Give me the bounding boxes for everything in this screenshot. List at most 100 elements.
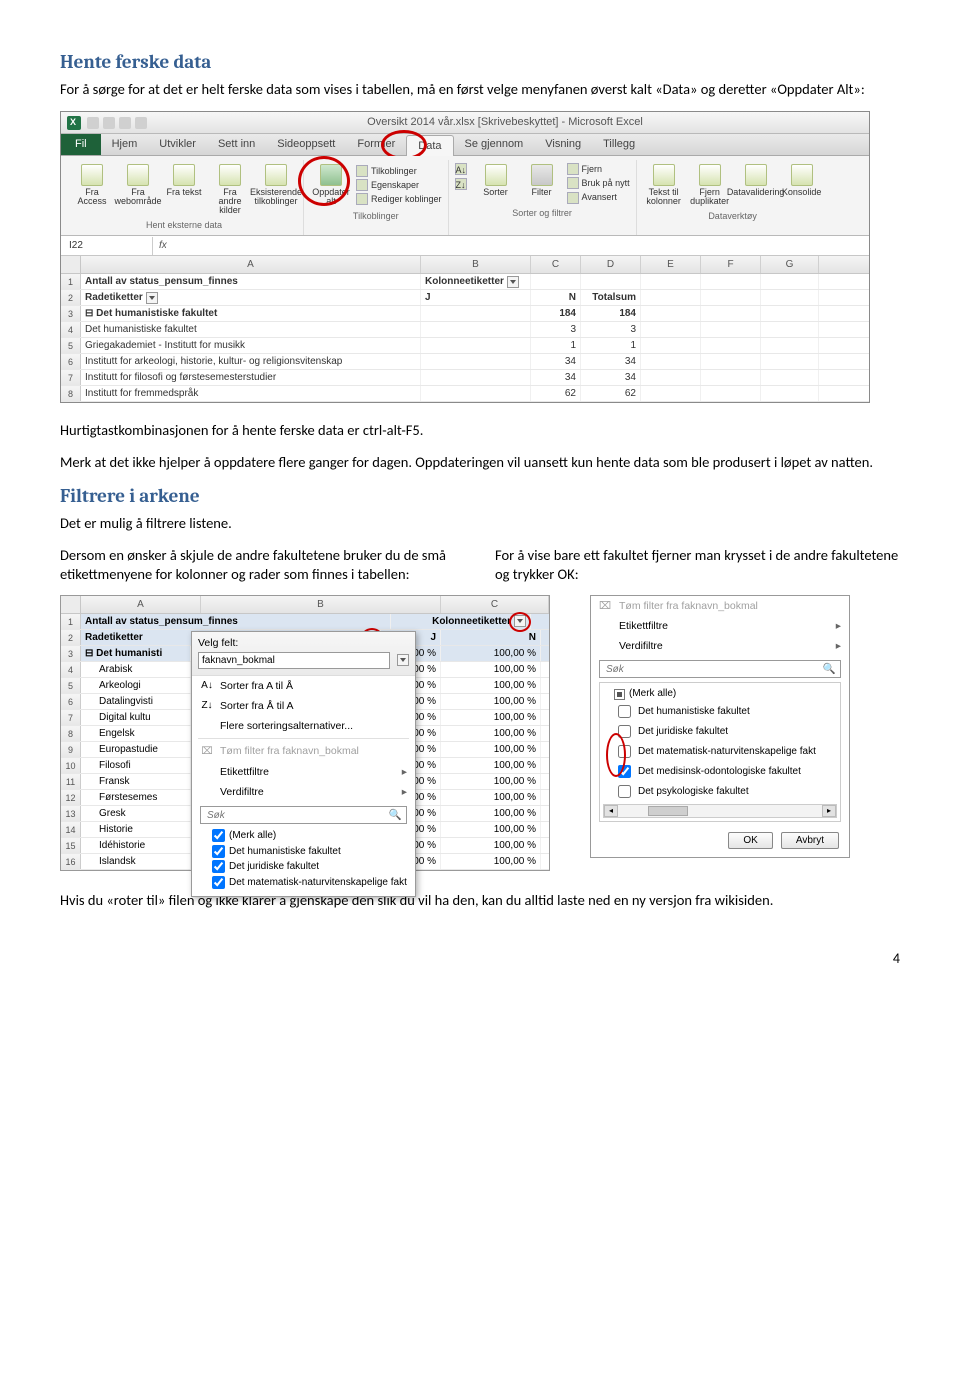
- btn-rediger-koblinger[interactable]: Rediger koblinger: [356, 192, 442, 206]
- colhdr-e[interactable]: E: [641, 256, 701, 273]
- dropdown-icon[interactable]: [507, 276, 519, 288]
- s2-r1a: Antall av status_pensum_finnes: [81, 614, 391, 629]
- horizontal-scrollbar[interactable]: ◂▸: [603, 804, 837, 818]
- colhdr-c[interactable]: C: [531, 256, 581, 273]
- value-filters[interactable]: Verdifiltre▸: [192, 782, 415, 802]
- checkbox[interactable]: [618, 745, 631, 758]
- filter-check-item[interactable]: (Merk alle): [200, 828, 407, 844]
- table-row: 8 Institutt for fremmedspråk 62 62: [61, 386, 869, 402]
- filter-check-item[interactable]: Det psykologiske fakultet: [602, 782, 838, 802]
- tab-utvikler[interactable]: Utvikler: [148, 134, 207, 155]
- checkbox[interactable]: [212, 845, 225, 858]
- btn-fra-andre-kilder[interactable]: Fra andre kilder: [209, 162, 251, 217]
- checkbox[interactable]: [618, 765, 631, 778]
- s2-r2c: N: [441, 630, 541, 645]
- filter-check-item[interactable]: (Merk alle): [602, 687, 838, 702]
- btn-fra-tekst[interactable]: Fra tekst: [163, 162, 205, 217]
- name-box[interactable]: I22: [61, 237, 153, 255]
- filter-check-item[interactable]: Det juridiske fakultet: [200, 859, 407, 875]
- filter-check-item[interactable]: Examen philosophicum: [602, 822, 838, 823]
- label-filters-r[interactable]: Etikettfiltre▸: [591, 616, 849, 636]
- cancel-button[interactable]: Avbryt: [781, 832, 839, 849]
- quick-access-toolbar: [87, 117, 147, 129]
- btn-fra-access[interactable]: Fra Access: [71, 162, 113, 217]
- tab-sett-inn[interactable]: Sett inn: [207, 134, 266, 155]
- btn-sort-desc-icon[interactable]: Z↓: [455, 177, 467, 191]
- filter-check-item[interactable]: Det medisinsk-odontologiske fakultet: [602, 762, 838, 782]
- btn-sort-asc-icon[interactable]: A↓: [455, 162, 467, 176]
- sort-a-to-z[interactable]: A↓Sorter fra A til Å: [192, 676, 415, 696]
- table-row: 7 Institutt for filosofi og førstesemest…: [61, 370, 869, 386]
- btn-oppdater-alt[interactable]: Oppdater alt: [310, 162, 352, 208]
- colhdr-b[interactable]: B: [421, 256, 531, 273]
- tab-se-gjennom[interactable]: Se gjennom: [454, 134, 535, 155]
- filter-check-item[interactable]: Det matematisk-naturvitenskapelige fakt: [602, 742, 838, 762]
- formula-bar: I22 fx: [61, 236, 869, 256]
- btn-avansert[interactable]: Avansert: [567, 190, 630, 204]
- window-title: Oversikt 2014 vår.xlsx [Skrivebeskyttet]…: [147, 115, 863, 130]
- btn-tekst-til-kolonner[interactable]: Tekst til kolonner: [643, 162, 685, 208]
- tab-fil[interactable]: Fil: [61, 134, 101, 155]
- checkbox[interactable]: [618, 725, 631, 738]
- tab-formler[interactable]: Formler: [346, 134, 406, 155]
- checkbox[interactable]: [212, 829, 225, 842]
- tab-tillegg[interactable]: Tillegg: [592, 134, 646, 155]
- filter-popup-header: Velg felt: faknavn_bokmal: [192, 632, 415, 676]
- dropdown-icon[interactable]: [514, 615, 526, 627]
- btn-fjern[interactable]: Fjern: [567, 162, 630, 176]
- ok-button[interactable]: OK: [728, 832, 772, 849]
- s2-colhdr-c[interactable]: C: [441, 596, 549, 613]
- tab-visning[interactable]: Visning: [534, 134, 592, 155]
- grid-body: 1 Antall av status_pensum_finnes Kolonne…: [61, 274, 869, 402]
- left-column-text: Dersom en ønsker å skjule de andre fakul…: [60, 546, 465, 585]
- label-velg-felt: Velg felt:: [198, 636, 409, 650]
- heading-filtrere: Filtrere i arkene: [60, 484, 900, 510]
- paragraph-note-refresh: Merk at det ikke hjelper å oppdatere fle…: [60, 453, 900, 473]
- group-label-sort: Sorter og filtrer: [512, 205, 572, 221]
- filter-check-item[interactable]: Det humanistiske fakultet: [200, 844, 407, 860]
- sort-z-to-a[interactable]: Z↓Sorter fra Å til A: [192, 696, 415, 716]
- tab-hjem[interactable]: Hjem: [101, 134, 149, 155]
- btn-fjern-duplikater[interactable]: Fjern duplikater: [689, 162, 731, 208]
- dropdown-icon[interactable]: [146, 292, 158, 304]
- checkbox[interactable]: [618, 785, 631, 798]
- checkbox[interactable]: [212, 876, 225, 889]
- filter-search-input-r[interactable]: [604, 663, 823, 676]
- btn-datavalidering[interactable]: Datavalidering: [735, 162, 777, 208]
- ribbon-group-data-tools: Tekst til kolonner Fjern duplikater Data…: [637, 160, 829, 235]
- clear-filter-r: ⌧Tøm filter fra faknavn_bokmal: [591, 596, 849, 616]
- btn-fra-web[interactable]: Fra webområde: [117, 162, 159, 217]
- tab-sideoppsett[interactable]: Sideoppsett: [266, 134, 346, 155]
- btn-eksisterende-tilkoblinger[interactable]: Eksisterende tilkoblinger: [255, 162, 297, 217]
- btn-sorter[interactable]: Sorter: [475, 162, 517, 204]
- colhdr-g[interactable]: G: [761, 256, 819, 273]
- colhdr-d[interactable]: D: [581, 256, 641, 273]
- paragraph-shortcut: Hurtigtastkombinasjonen for å hente fers…: [60, 421, 900, 441]
- checkbox[interactable]: [212, 860, 225, 873]
- filter-search-r[interactable]: 🔍: [599, 660, 841, 678]
- label-filters[interactable]: Etikettfiltre▸: [192, 762, 415, 782]
- paragraph-roter-til: Hvis du «roter til» filen og ikke klarer…: [60, 891, 900, 911]
- filter-check-item[interactable]: Det humanistiske fakultet: [602, 702, 838, 722]
- filter-check-item[interactable]: Det matematisk-naturvitenskapelige fakt: [200, 875, 407, 891]
- colhdr-a[interactable]: A: [81, 256, 421, 273]
- value-filters-r[interactable]: Verdifiltre▸: [591, 636, 849, 656]
- checkbox[interactable]: [618, 705, 631, 718]
- btn-tilkoblinger[interactable]: Tilkoblinger: [356, 164, 442, 178]
- btn-konsolider[interactable]: Konsolide: [781, 162, 823, 208]
- more-sort-options[interactable]: Flere sorteringsalternativer...: [192, 716, 415, 736]
- colhdr-f[interactable]: F: [701, 256, 761, 273]
- btn-bruk-pa-nytt[interactable]: Bruk på nytt: [567, 176, 630, 190]
- filter-check-item[interactable]: Det juridiske fakultet: [602, 722, 838, 742]
- table-row: 2 Radetiketter J N Totalsum: [61, 290, 869, 306]
- s2-colhdr-b[interactable]: B: [201, 596, 441, 613]
- tab-data[interactable]: Data: [406, 135, 453, 156]
- chevron-down-icon[interactable]: [397, 654, 409, 666]
- btn-filter[interactable]: Filter: [521, 162, 563, 204]
- btn-egenskaper[interactable]: Egenskaper: [356, 178, 442, 192]
- filter-search-input[interactable]: [205, 809, 389, 822]
- field-selector[interactable]: faknavn_bokmal: [198, 652, 390, 669]
- s2-colhdr-a[interactable]: A: [81, 596, 201, 613]
- filter-search[interactable]: 🔍: [200, 806, 407, 824]
- ribbon-group-sort-filter: A↓ Z↓ Sorter Filter Fjern Bruk på nytt A…: [449, 160, 637, 235]
